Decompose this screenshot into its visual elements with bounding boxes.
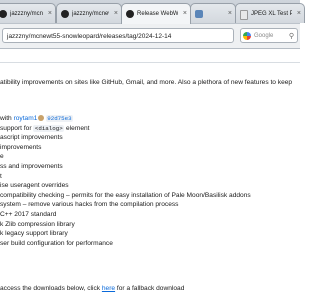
github-icon <box>61 10 69 18</box>
browser-tab-5[interactable]: JPEG XL Test Page × <box>235 3 305 23</box>
close-tab-icon[interactable]: × <box>297 4 301 23</box>
address-bar[interactable]: jazzzny/mcnewt55-snowleopard/releases/ta… <box>2 28 234 43</box>
github-icon <box>0 10 7 18</box>
list-item: ise useragent overrides <box>0 182 69 190</box>
tab-label: jazzzny/mcnewt55-snowk <box>72 11 109 17</box>
list-item: support for <dialog> element <box>0 124 90 132</box>
user-link[interactable]: roytam1 <box>14 115 38 122</box>
github-icon <box>126 10 134 18</box>
list-item: t <box>0 172 2 180</box>
release-notes-list: with roytam1 92d75e3 support for <dialog… <box>0 114 300 248</box>
page-content: atibility improvements on sites like Git… <box>0 48 300 300</box>
list-item: C++ 2017 standard <box>0 210 57 218</box>
search-icon[interactable]: ⚲ <box>289 29 294 44</box>
tab-label: jazzzny/mcnewt55.Wi <box>10 11 43 17</box>
list-item: with roytam1 92d75e3 <box>0 115 73 122</box>
tab-bar: jazzzny/mcnewt55.Wi × jazzzny/mcnewt55-s… <box>0 0 305 25</box>
document-icon <box>240 10 248 20</box>
browser-tab-4[interactable]: × <box>190 3 236 23</box>
release-intro-text: atibility improvements on sites like Git… <box>0 79 293 86</box>
close-tab-icon[interactable]: × <box>114 4 118 23</box>
divider <box>0 62 300 63</box>
browser-tab-1[interactable]: jazzzny/mcnewt55.Wi × <box>0 3 56 23</box>
list-item: system – remove various hacks from the c… <box>0 201 179 209</box>
list-item: e <box>0 153 4 161</box>
tab-label: JPEG XL Test Page <box>251 11 292 17</box>
avatar <box>38 115 45 121</box>
list-item: compatibility checking – permits for the… <box>0 191 251 199</box>
close-tab-icon[interactable]: × <box>228 4 232 23</box>
inline-code: <dialog> <box>33 124 65 132</box>
close-tab-icon[interactable]: × <box>48 4 52 23</box>
download-note: access the downloads below, click here f… <box>0 285 185 292</box>
list-item: ss and improvements <box>0 162 63 170</box>
search-placeholder: Google <box>254 33 274 39</box>
fallback-download-link[interactable]: here <box>102 285 115 292</box>
list-item: ascript improvements <box>0 134 63 142</box>
commit-sha-link[interactable]: 92d75e3 <box>46 115 73 122</box>
list-item: improvements <box>0 143 42 151</box>
browser-tab-2[interactable]: jazzzny/mcnewt55-snowk × <box>56 3 122 23</box>
list-item: k Zlib compression library <box>0 220 75 228</box>
browser-tab-3-active[interactable]: Release WebWeb Web Brows × <box>121 3 191 24</box>
google-icon <box>243 32 251 40</box>
list-item: ser build configuration for performance <box>0 239 113 247</box>
list-item: k legacy support library <box>0 230 68 238</box>
search-bar[interactable]: Google ⚲ <box>240 28 298 43</box>
pale-moon-icon <box>195 10 203 18</box>
navigation-bar: jazzzny/mcnewt55-snowleopard/releases/ta… <box>0 24 300 49</box>
close-tab-icon[interactable]: × <box>183 4 187 24</box>
tab-label: Release WebWeb Web Brows <box>137 11 178 17</box>
